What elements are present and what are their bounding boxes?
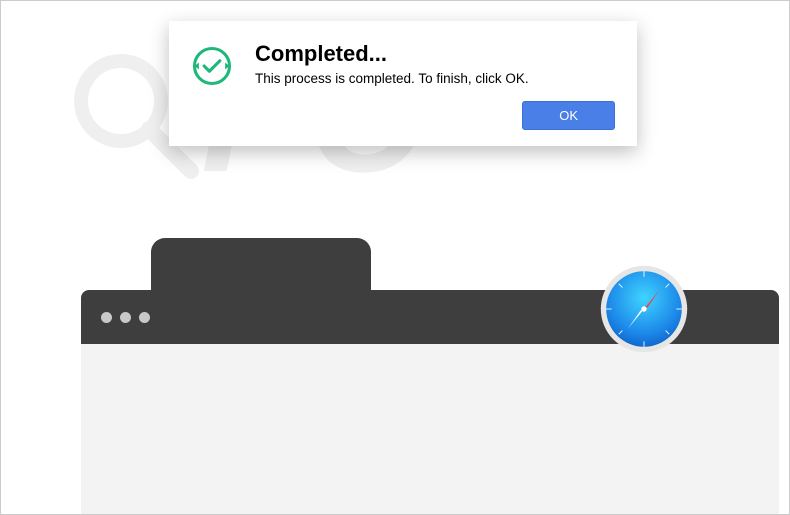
checkmark-circle-icon — [191, 45, 233, 87]
browser-tab — [151, 238, 371, 298]
dialog-title: Completed... — [255, 41, 615, 67]
window-control-dot — [101, 312, 112, 323]
ok-button[interactable]: OK — [522, 101, 615, 130]
browser-viewport — [81, 344, 779, 514]
safari-icon — [599, 264, 689, 354]
window-control-dot — [120, 312, 131, 323]
completion-dialog: Completed... This process is completed. … — [169, 21, 637, 146]
window-control-dot — [139, 312, 150, 323]
window-controls — [101, 312, 150, 323]
dialog-message: This process is completed. To finish, cl… — [255, 71, 615, 86]
